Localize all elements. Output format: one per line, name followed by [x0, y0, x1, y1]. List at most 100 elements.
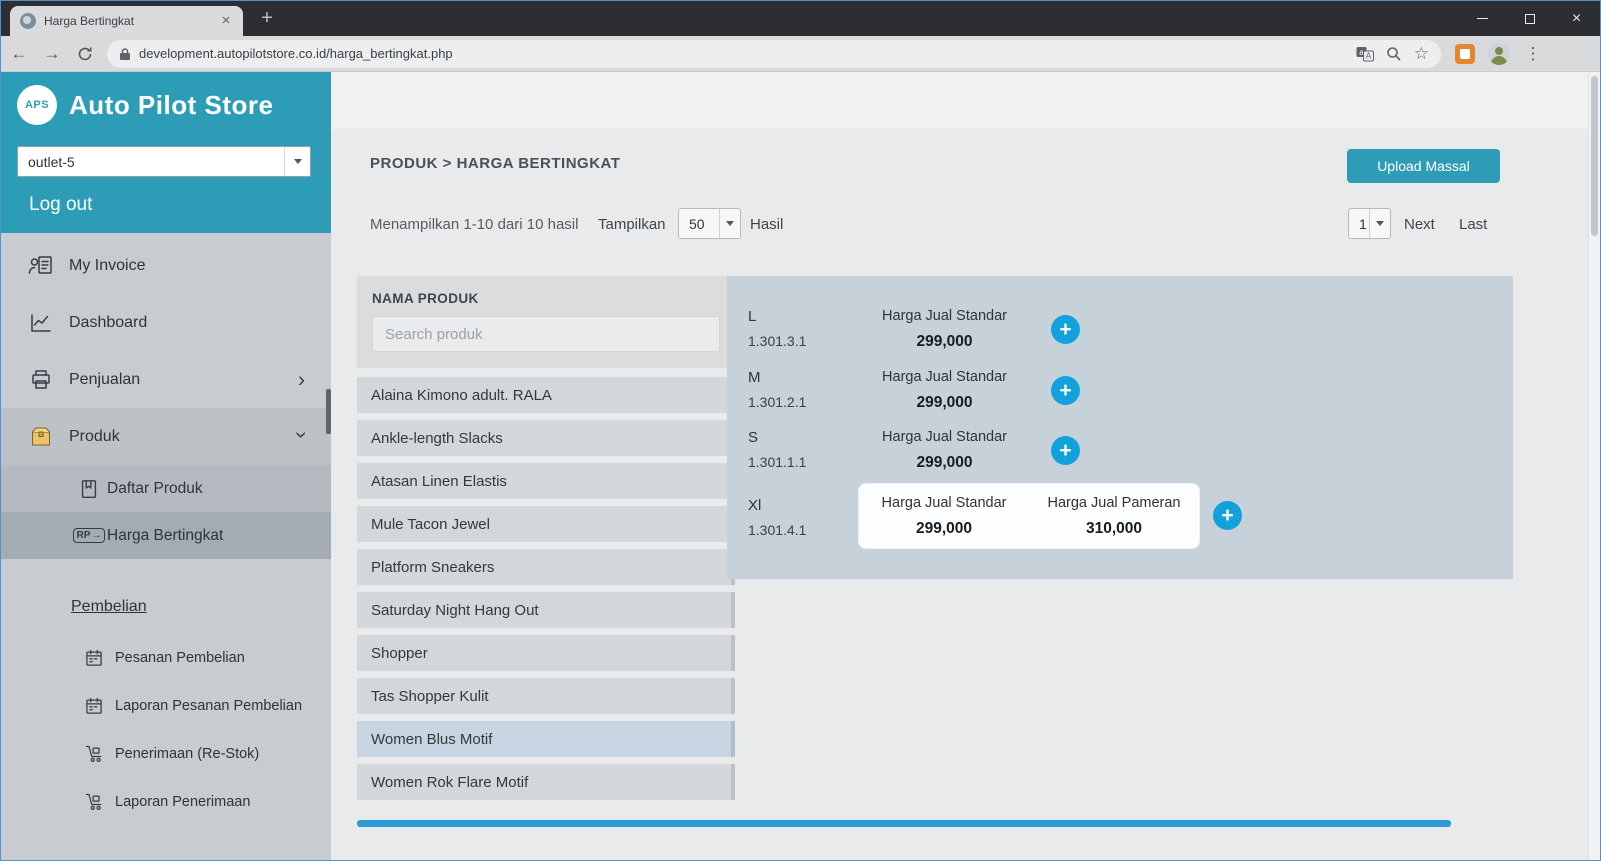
- chevron-down-icon: [284, 147, 310, 176]
- window-close-button[interactable]: ×: [1553, 1, 1600, 36]
- chevron-down-icon: ›: [291, 431, 312, 438]
- sidebar-item-harga-bertingkat[interactable]: RP→ Harga Bertingkat: [1, 512, 331, 559]
- maximize-icon: [1525, 14, 1535, 24]
- sidebar-item-my-invoice[interactable]: My Invoice: [1, 237, 331, 294]
- sidebar-item-produk[interactable]: Produk ›: [1, 408, 331, 465]
- tab-favicon-icon: [20, 13, 36, 29]
- price-standar-value: 299,000: [862, 450, 1027, 475]
- plus-icon: +: [1059, 319, 1071, 340]
- product-search-input[interactable]: [372, 316, 720, 352]
- product-panel: NAMA PRODUK Alaina Kimono adult. RALA An…: [357, 276, 735, 807]
- minimize-button[interactable]: [1459, 1, 1506, 36]
- vertical-scrollbar[interactable]: [1588, 72, 1600, 860]
- page-select[interactable]: 1: [1348, 208, 1391, 239]
- horizontal-scrollbar[interactable]: [357, 820, 1451, 827]
- sidebar-item-penjualan[interactable]: Penjualan ›: [1, 351, 331, 408]
- sidebar-item-pembelian[interactable]: Pembelian: [1, 590, 331, 624]
- price-standar-label: Harga Jual Standar: [859, 491, 1029, 516]
- forward-button[interactable]: →: [37, 39, 67, 69]
- back-button[interactable]: ←: [4, 39, 34, 69]
- vertical-scrollbar-thumb[interactable]: [1591, 76, 1598, 236]
- new-tab-button[interactable]: +: [253, 5, 281, 32]
- lock-icon: [119, 47, 131, 61]
- size-label: S: [748, 425, 806, 450]
- sidebar-item-laporan-pesanan-pembelian[interactable]: Laporan Pesanan Pembelian: [1, 682, 331, 729]
- box-icon: [27, 423, 55, 451]
- outlet-select-value: outlet-5: [28, 154, 75, 170]
- extension-icon[interactable]: [1455, 44, 1475, 64]
- tab-close-icon[interactable]: ×: [217, 12, 235, 30]
- dashboard-icon: [27, 309, 55, 337]
- product-item[interactable]: Platform Sneakers: [357, 549, 735, 585]
- sku-label: 1.301.3.1: [748, 329, 806, 354]
- url-text[interactable]: development.autopilotstore.co.id/harga_b…: [139, 46, 1344, 61]
- page-size-label: Tampilkan: [598, 216, 666, 233]
- add-price-button[interactable]: +: [1051, 436, 1080, 465]
- price-standar-value: 299,000: [862, 390, 1027, 415]
- address-bar[interactable]: development.autopilotstore.co.id/harga_b…: [107, 40, 1441, 68]
- printer-icon: [27, 366, 55, 394]
- profile-avatar[interactable]: [1488, 43, 1510, 65]
- page-number-value: 1: [1359, 216, 1367, 232]
- zoom-icon[interactable]: [1386, 46, 1402, 62]
- chevron-down-icon: [719, 209, 740, 238]
- maximize-button[interactable]: [1506, 1, 1553, 36]
- add-price-button[interactable]: +: [1051, 376, 1080, 405]
- tab-title: Harga Bertingkat: [44, 14, 217, 28]
- product-item[interactable]: Tas Shopper Kulit: [357, 678, 735, 714]
- upload-massal-button[interactable]: Upload Massal: [1347, 149, 1500, 183]
- hand-truck-icon: [83, 743, 105, 765]
- translate-icon[interactable]: aA: [1356, 46, 1374, 62]
- price-standar-value: 299,000: [862, 329, 1027, 354]
- product-item-selected[interactable]: Women Blus Motif: [357, 721, 735, 757]
- price-standar-value: 299,000: [859, 516, 1029, 541]
- product-item[interactable]: Women Rok Flare Motif: [357, 764, 735, 800]
- chevron-down-icon: [1369, 209, 1390, 238]
- brand-name: Auto Pilot Store: [69, 90, 273, 121]
- chevron-right-icon: ›: [298, 369, 305, 390]
- product-item[interactable]: Mule Tacon Jewel: [357, 506, 735, 542]
- app-area: APS Auto Pilot Store outlet-5 Log out My…: [1, 72, 1600, 860]
- product-item[interactable]: Atasan Linen Elastis: [357, 463, 735, 499]
- next-link[interactable]: Next: [1404, 216, 1435, 233]
- page-size-select[interactable]: 50: [678, 208, 741, 239]
- sidebar-item-dashboard[interactable]: Dashboard: [1, 294, 331, 351]
- calendar-icon: [83, 695, 105, 717]
- invoice-icon: [27, 252, 55, 280]
- size-row: L 1.301.3.1 Harga Jual Standar 299,000 +: [727, 304, 1513, 356]
- outlet-select[interactable]: outlet-5: [17, 146, 311, 177]
- browser-tab[interactable]: Harga Bertingkat ×: [10, 6, 243, 36]
- plus-icon: +: [1059, 440, 1071, 461]
- logout-link[interactable]: Log out: [29, 194, 92, 216]
- sidebar-item-daftar-produk[interactable]: Daftar Produk: [1, 465, 331, 512]
- sidebar-header: APS Auto Pilot Store outlet-5 Log out: [1, 72, 331, 233]
- add-price-button[interactable]: +: [1213, 501, 1242, 530]
- product-item[interactable]: Alaina Kimono adult. RALA: [357, 377, 735, 413]
- sidebar-item-label: Penjualan: [69, 371, 140, 389]
- bookmark-star-icon[interactable]: ☆: [1414, 45, 1429, 62]
- size-label: M: [748, 365, 806, 390]
- browser-toolbar: ← → development.autopilotstore.co.id/har…: [1, 36, 1600, 72]
- sidebar-item-label: My Invoice: [69, 257, 145, 275]
- add-price-button[interactable]: +: [1051, 315, 1080, 344]
- main-area: PRODUK > HARGA BERTINGKAT Upload Massal …: [331, 72, 1588, 860]
- product-list-title: NAMA PRODUK: [372, 291, 720, 306]
- sidebar-item-laporan-penerimaan[interactable]: Laporan Penerimaan: [1, 778, 331, 825]
- sidebar-item-pesanan-pembelian[interactable]: Pesanan Pembelian: [1, 634, 331, 681]
- sidebar-item-label: Laporan Pesanan Pembelian: [115, 698, 302, 714]
- product-item[interactable]: Shopper: [357, 635, 735, 671]
- sidebar-item-label: Pembelian: [71, 598, 147, 616]
- price-standar-label: Harga Jual Standar: [862, 365, 1027, 390]
- minimize-icon: [1477, 18, 1488, 19]
- sidebar-item-label: Produk: [69, 428, 120, 446]
- refresh-button[interactable]: [70, 39, 100, 69]
- sidebar: APS Auto Pilot Store outlet-5 Log out My…: [1, 72, 331, 860]
- refresh-icon: [77, 46, 93, 62]
- window-controls: ×: [1459, 1, 1600, 36]
- last-link[interactable]: Last: [1459, 216, 1487, 233]
- product-item[interactable]: Saturday Night Hang Out: [357, 592, 735, 628]
- sku-label: 1.301.2.1: [748, 390, 806, 415]
- sidebar-item-penerimaan[interactable]: Penerimaan (Re-Stok): [1, 730, 331, 777]
- browser-menu-icon[interactable]: ⋮: [1522, 44, 1544, 64]
- product-item[interactable]: Ankle-length Slacks: [357, 420, 735, 456]
